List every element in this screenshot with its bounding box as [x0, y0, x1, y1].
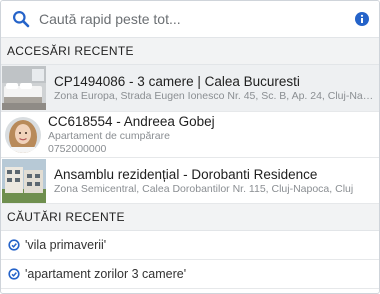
recent-access-item-property[interactable]: CP1494086 - 3 camere | Calea Bucuresti Z… — [1, 65, 379, 112]
bedroom-photo-thumbnail — [2, 66, 46, 110]
recent-access-title: CP1494086 - 3 camere | Calea Bucuresti — [54, 74, 300, 89]
recent-search-query: 'vila primaverii' — [25, 238, 107, 252]
recent-search-item[interactable]: 'vila primaverii' — [1, 231, 379, 260]
contact-title: CC618554 - Andreea Gobej — [48, 114, 215, 129]
search-icon[interactable] — [12, 10, 30, 28]
search-bar — [1, 1, 379, 38]
recent-access-header: ACCESĂRI RECENTE — [1, 38, 379, 65]
complex-title: Ansamblu rezidențial - Dorobanti Residen… — [54, 166, 318, 182]
history-search-icon — [8, 239, 20, 251]
history-search-icon — [8, 268, 20, 280]
recent-search-item[interactable]: 'apartament zorilor 3 camere' — [1, 260, 379, 289]
recent-access-address: Zona Europa, Strada Eugen Ionesco Nr. 45… — [54, 90, 379, 102]
complex-address: Zona Semicentral, Calea Dorobantilor Nr.… — [54, 182, 354, 195]
info-icon[interactable] — [355, 12, 369, 26]
recent-access-item-complex[interactable]: Ansamblu rezidențial - Dorobanti Residen… — [1, 158, 379, 204]
contact-phone: 0752000000 — [48, 143, 107, 155]
building-photo-thumbnail — [2, 158, 46, 203]
contact-request-type: Apartament de cumpărare — [48, 130, 170, 142]
recent-search-query: 'apartament zorilor 3 camere' — [25, 267, 187, 281]
recent-searches-header: CĂUTĂRI RECENTE — [1, 204, 379, 231]
contact-avatar — [5, 116, 41, 153]
search-input[interactable] — [39, 7, 355, 31]
recent-access-item-contact[interactable]: CC618554 - Andreea Gobej Apartament de c… — [1, 112, 379, 158]
quick-search-panel: ACCESĂRI RECENTE CP1494086 - 3 camere | … — [0, 0, 380, 294]
